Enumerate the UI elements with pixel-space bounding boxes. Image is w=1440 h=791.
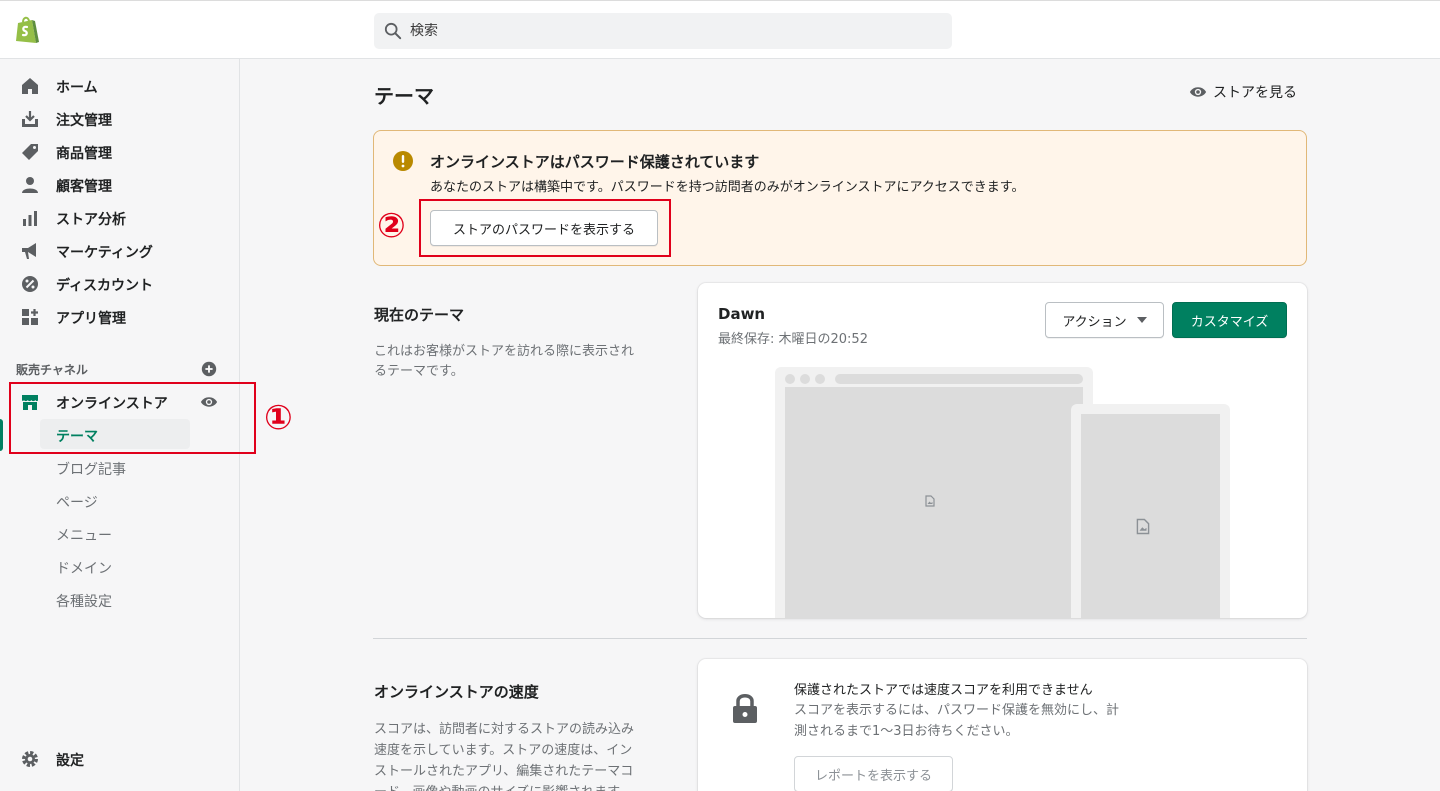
search-input[interactable]: [410, 23, 930, 39]
window-dot: [815, 374, 825, 384]
sidebar-item-label: 商品管理: [56, 146, 112, 162]
current-theme-heading: 現在のテーマ: [374, 306, 465, 324]
current-theme-card: Dawn 最終保存: 木曜日の20:52 アクション カスタマイズ: [698, 283, 1307, 618]
warning-icon: [393, 151, 413, 171]
eye-icon: [1189, 87, 1207, 97]
sidebar-item-customers[interactable]: 顧客管理: [0, 168, 240, 201]
actions-dropdown-button[interactable]: アクション: [1045, 302, 1164, 338]
sidebar-subitem-navigation[interactable]: メニュー: [40, 518, 190, 548]
tag-icon: [22, 144, 38, 160]
home-icon: [22, 78, 38, 94]
search-bar[interactable]: [374, 13, 952, 49]
sidebar-item-products[interactable]: 商品管理: [0, 135, 240, 168]
sidebar-item-label: アプリ管理: [56, 311, 126, 327]
orders-icon: [22, 111, 38, 127]
subitem-label: メニュー: [56, 528, 112, 544]
store-speed-description: スコアは、訪問者に対するストアの読み込み 速度を示しています。ストアの速度は、イ…: [374, 719, 634, 791]
customize-button[interactable]: カスタマイズ: [1172, 302, 1287, 338]
image-placeholder-icon: [1136, 518, 1150, 535]
subitem-label: ドメイン: [56, 561, 112, 577]
sidebar-subitem-domains[interactable]: ドメイン: [40, 551, 190, 581]
speed-unavailable-title: 保護されたストアでは速度スコアを利用できません: [794, 683, 1093, 698]
sidebar-item-label: ディスカウント: [56, 278, 154, 294]
store-speed-heading: オンラインストアの速度: [374, 683, 539, 701]
sidebar-item-apps[interactable]: アプリ管理: [0, 300, 240, 333]
window-dot: [800, 374, 810, 384]
sidebar-item-discounts[interactable]: ディスカウント: [0, 267, 240, 300]
annotation-number-1: ①: [264, 398, 293, 438]
sales-channels-heading: 販売チャネル: [16, 363, 88, 377]
store-speed-card: 保護されたストアでは速度スコアを利用できません スコアを表示するには、パスワード…: [698, 659, 1307, 791]
discount-icon: [22, 276, 38, 292]
sidebar-item-settings[interactable]: 設定: [0, 742, 240, 775]
view-report-button[interactable]: レポートを表示する: [794, 756, 953, 791]
bar-chart-icon: [23, 211, 37, 226]
actions-label: アクション: [1062, 314, 1127, 330]
sidebar-subitem-blog-posts[interactable]: ブログ記事: [40, 452, 190, 482]
section-divider: [373, 638, 1307, 639]
description-line: ード、画像や動画のサイズに影響されます。: [374, 782, 634, 791]
apps-icon: [22, 309, 38, 325]
sidebar-item-label: マーケティング: [56, 245, 153, 261]
theme-name: Dawn: [718, 305, 766, 323]
active-indicator: [0, 419, 3, 451]
description-line: これはお客様がストアを訪れる際に表示され: [374, 344, 635, 359]
desktop-preview[interactable]: [775, 367, 1093, 618]
subitem-label: ページ: [56, 495, 98, 511]
lock-icon: [733, 694, 757, 723]
sidebar-item-home[interactable]: ホーム: [0, 69, 240, 102]
sidebar-item-label: 顧客管理: [56, 179, 112, 195]
person-icon: [22, 177, 38, 193]
caret-down-icon: [1136, 317, 1147, 323]
theme-last-saved: 最終保存: 木曜日の20:52: [718, 332, 868, 347]
desktop-screen: [785, 387, 1083, 618]
description-line: るテーマです。: [374, 364, 464, 379]
speed-unavailable-text: スコアを表示するには、パスワード保護を無効にし、計 測されるまで1〜3日お待ちく…: [794, 700, 1154, 742]
view-store-label: ストアを見る: [1213, 85, 1297, 101]
annotation-box-2: [419, 199, 671, 257]
mobile-screen: [1081, 414, 1220, 618]
image-placeholder-icon: [925, 495, 935, 507]
add-channel-icon[interactable]: [200, 360, 218, 378]
sidebar-subitem-pages[interactable]: ページ: [40, 485, 190, 515]
sidebar-item-label: ストア分析: [56, 212, 126, 228]
search-icon: [384, 22, 402, 40]
sidebar-subitem-preferences[interactable]: 各種設定: [40, 584, 190, 614]
sidebar-item-label: 設定: [56, 753, 84, 769]
current-theme-description: これはお客様がストアを訪れる際に表示され るテーマです。: [374, 342, 634, 382]
annotation-box-1: [9, 382, 256, 454]
sidebar-item-analytics[interactable]: ストア分析: [0, 201, 240, 234]
description-line: スコアは、訪問者に対するストアの読み込み: [374, 722, 635, 737]
subitem-label: 各種設定: [56, 594, 112, 610]
megaphone-icon: [22, 243, 36, 259]
description-line: ストールされたアプリ、編集されたテーマコ: [374, 764, 634, 779]
banner-text: あなたのストアは構築中です。パスワードを持つ訪問者のみがオンラインストアにアクセ…: [430, 180, 1025, 195]
sidebar-item-marketing[interactable]: マーケティング: [0, 234, 240, 267]
top-bar: [0, 0, 1440, 59]
banner-title: オンラインストアはパスワード保護されています: [430, 153, 760, 171]
mobile-preview[interactable]: [1071, 404, 1230, 618]
url-bar-placeholder: [835, 374, 1083, 384]
subitem-label: ブログ記事: [56, 462, 126, 478]
view-store-link[interactable]: ストアを見る: [1189, 82, 1297, 102]
window-dot: [785, 374, 795, 384]
sidebar-item-label: 注文管理: [56, 113, 112, 129]
annotation-number-2: ②: [377, 206, 406, 246]
speed-text-line: 測されるまで1〜3日お待ちください。: [794, 724, 1019, 739]
description-line: 速度を示しています。ストアの速度は、イン: [374, 743, 633, 758]
sidebar-item-label: ホーム: [56, 80, 98, 96]
gear-icon: [22, 751, 38, 767]
shopify-logo-icon[interactable]: [14, 15, 40, 45]
page-title: テーマ: [374, 84, 434, 108]
speed-text-line: スコアを表示するには、パスワード保護を無効にし、計: [794, 703, 1120, 718]
sidebar-item-orders[interactable]: 注文管理: [0, 102, 240, 135]
